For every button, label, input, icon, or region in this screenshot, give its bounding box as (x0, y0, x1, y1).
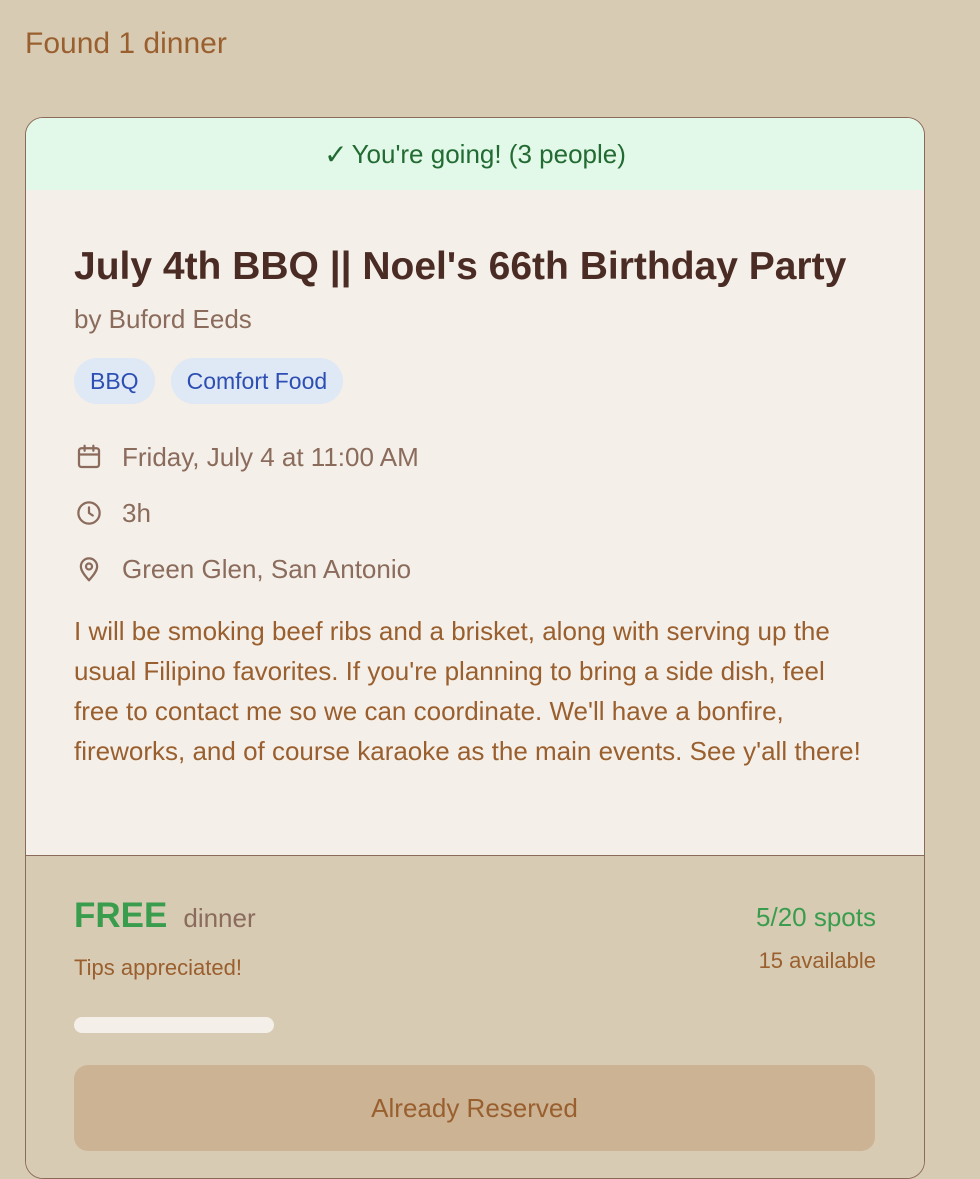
dinner-duration: 3h (122, 497, 151, 528)
price-value: FREE (74, 896, 168, 935)
dinner-details: July 4th BBQ || Noel's 66th Birthday Par… (26, 245, 924, 771)
going-status-banner: ✓ You're going! (3 people) (26, 118, 924, 190)
capacity-progress-bar (74, 1017, 274, 1033)
reservation-footer: FREE dinner Tips appreciated! 5/20 spots… (26, 855, 924, 1178)
clock-icon (77, 501, 101, 525)
spots-count: 5/20 spots (756, 902, 876, 932)
dinner-date-row: Friday, July 4 at 11:00 AM (74, 429, 876, 485)
dinner-host: by Buford Eeds (74, 304, 252, 334)
calendar-icon (77, 444, 101, 469)
going-status-text: You're going! (3 people) (351, 138, 626, 169)
spots-available: 15 available (758, 948, 876, 973)
price-note: Tips appreciated! (74, 955, 242, 980)
dinner-description: I will be smoking beef ribs and a briske… (74, 616, 861, 766)
dinner-location: Green Glen, San Antonio (122, 553, 412, 584)
dinner-location-row: Green Glen, San Antonio (74, 541, 876, 597)
tag-bbq: BBQ (74, 358, 155, 404)
dinner-duration-row: 3h (74, 485, 876, 541)
dinner-title: July 4th BBQ || Noel's 66th Birthday Par… (74, 245, 847, 288)
tag-comfort-food: Comfort Food (170, 358, 344, 404)
dinner-card: ✓ You're going! (3 people) July 4th BBQ … (25, 117, 925, 1179)
already-reserved-button[interactable]: Already Reserved (74, 1065, 875, 1151)
map-pin-icon (79, 557, 99, 582)
price-block: FREE dinner (74, 896, 256, 936)
results-count: Found 1 dinner (25, 27, 227, 60)
dinner-datetime: Friday, July 4 at 11:00 AM (122, 441, 419, 472)
price-unit: dinner (183, 903, 256, 933)
cuisine-tags: BBQ Comfort Food (74, 358, 876, 404)
check-icon: ✓ (324, 138, 348, 170)
